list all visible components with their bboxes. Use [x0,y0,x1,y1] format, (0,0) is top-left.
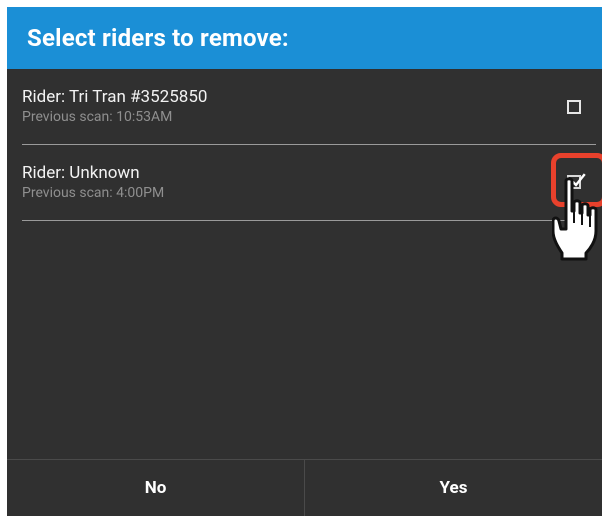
previous-scan-text: Previous scan: 10:53AM [22,109,173,125]
row-divider [22,220,596,221]
dialog-footer: No Yes [7,459,602,516]
remove-riders-dialog: Select riders to remove: Rider: Tri Tran… [7,7,602,516]
hand-pointer-icon [552,177,598,261]
dialog-header: Select riders to remove: [7,7,602,69]
rider-name: Rider: Unknown [22,163,140,183]
yes-button[interactable]: Yes [305,460,602,516]
previous-scan-text: Previous scan: 4:00PM [22,185,165,201]
rider-row[interactable]: Rider: Tri Tran #3525850 Previous scan: … [22,69,596,145]
dialog-title: Select riders to remove: [27,24,289,52]
rider-name: Rider: Tri Tran #3525850 [22,87,208,107]
rider-row[interactable]: Rider: Unknown Previous scan: 4:00PM [22,145,602,221]
no-button[interactable]: No [7,460,305,516]
rider-1-checkbox[interactable] [567,100,581,114]
